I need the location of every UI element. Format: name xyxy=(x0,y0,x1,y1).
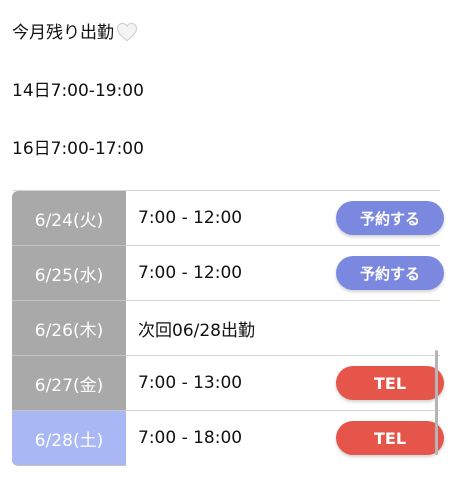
schedule-info: 次回06/28出勤 xyxy=(126,301,440,355)
schedule-info: 7:00 - 12:00 予約する xyxy=(126,246,444,300)
schedule-time: 7:00 - 18:00 xyxy=(138,428,243,448)
schedule-row: 6/28(土) 7:00 - 18:00 TEL xyxy=(12,411,444,466)
schedule-row: 6/24(火) 7:00 - 12:00 予約する xyxy=(12,191,444,246)
schedule-date: 6/27(金) xyxy=(12,356,126,411)
white-heart-icon xyxy=(116,22,138,48)
schedule-time: 7:00 - 12:00 xyxy=(138,208,243,228)
schedule-row: 6/25(水) 7:00 - 12:00 予約する xyxy=(12,246,444,301)
remaining-shift-1: 14日7:00-19:00 xyxy=(12,81,144,101)
schedule-date-today: 6/28(土) xyxy=(12,411,126,466)
tel-button[interactable]: TEL xyxy=(336,366,444,400)
reserve-button[interactable]: 予約する xyxy=(336,201,444,235)
tel-button[interactable]: TEL xyxy=(336,421,444,455)
schedule-info: 7:00 - 18:00 TEL xyxy=(126,411,444,465)
schedule-time: 7:00 - 12:00 xyxy=(138,263,243,283)
schedule-row: 6/26(木) 次回06/28出勤 xyxy=(12,301,440,356)
schedule-time: 7:00 - 13:00 xyxy=(138,373,243,393)
schedule-date: 6/25(水) xyxy=(12,246,126,301)
remaining-shift-2: 16日7:00-17:00 xyxy=(12,139,144,159)
schedule-info: 7:00 - 13:00 TEL xyxy=(126,356,444,410)
schedule-date: 6/26(木) xyxy=(12,301,126,356)
reserve-button[interactable]: 予約する xyxy=(336,256,444,290)
schedule-date: 6/24(火) xyxy=(12,191,126,246)
remaining-shifts-label: 今月残り出勤 xyxy=(12,23,114,43)
scrollbar[interactable] xyxy=(435,350,438,455)
next-shift-note: 次回06/28出勤 xyxy=(138,320,255,341)
schedule-info: 7:00 - 12:00 予約する xyxy=(126,191,444,245)
schedule-row: 6/27(金) 7:00 - 13:00 TEL xyxy=(12,356,444,411)
schedule-table: 6/24(火) 7:00 - 12:00 予約する 6/25(水) 7:00 -… xyxy=(12,190,444,466)
remaining-shifts-title: 今月残り出勤 xyxy=(12,22,138,48)
